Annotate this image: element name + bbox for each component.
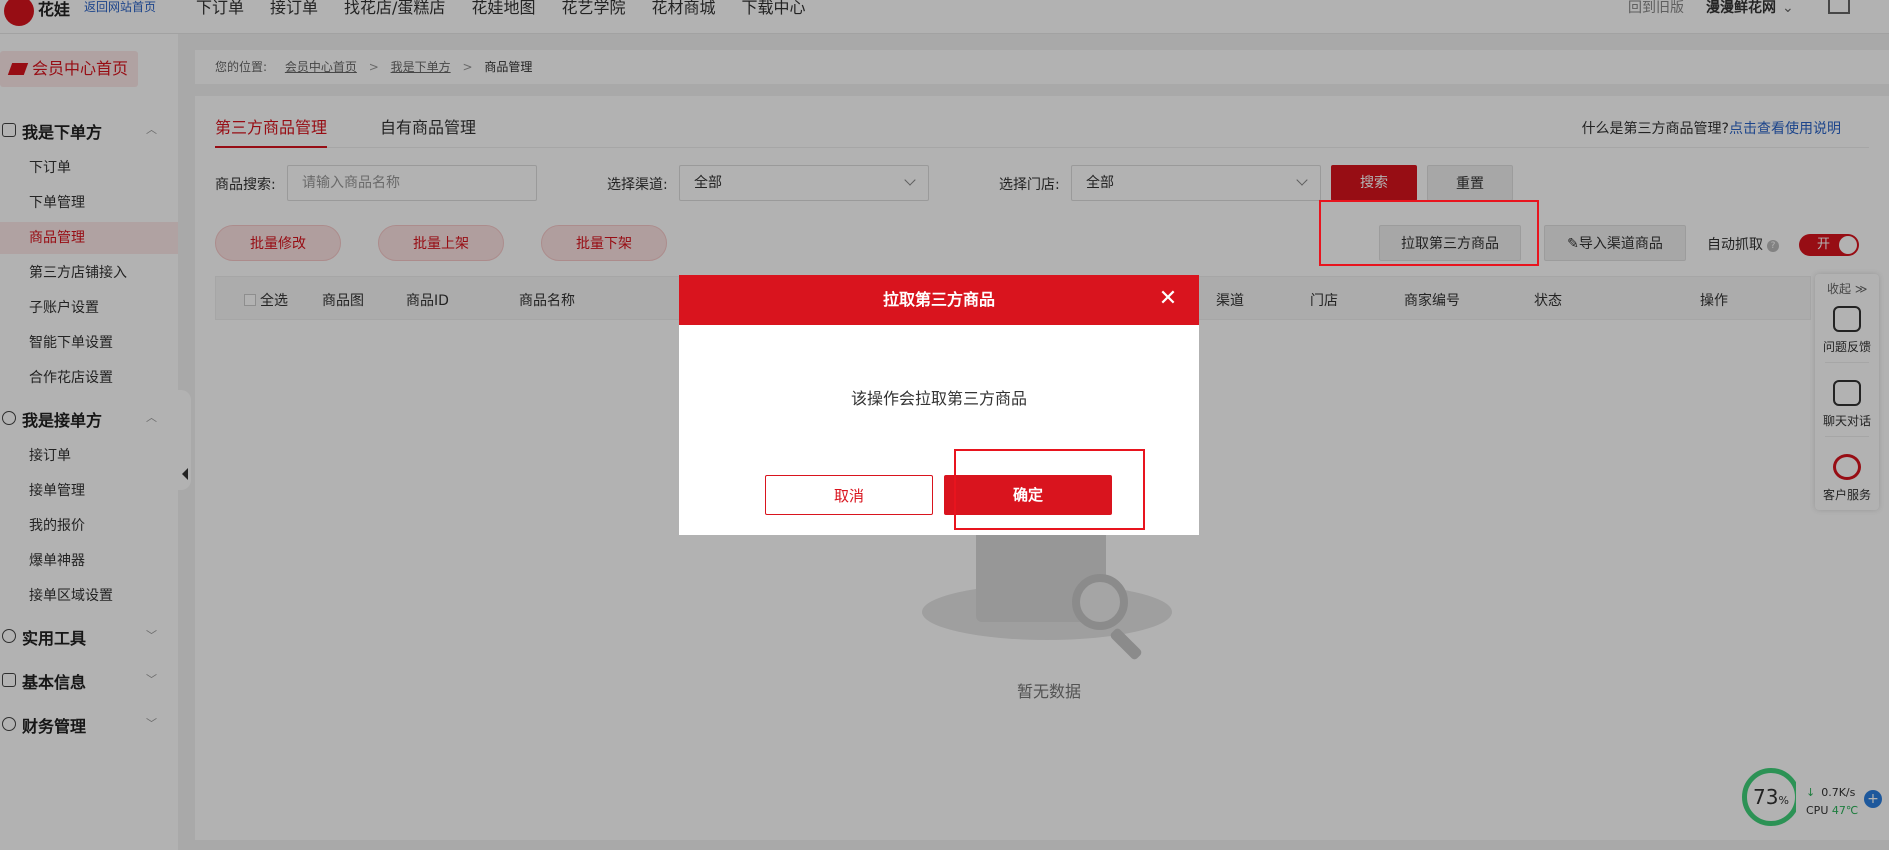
- dialog-message: 该操作会拉取第三方商品: [850, 389, 1027, 408]
- close-icon[interactable]: ✕: [1157, 288, 1179, 310]
- highlight-box-confirm: [954, 449, 1145, 530]
- highlight-box-pull-button: [1319, 200, 1539, 266]
- cancel-button[interactable]: 取消: [765, 475, 933, 515]
- dialog-title: 拉取第三方商品: [882, 290, 995, 309]
- dialog-header: 拉取第三方商品 ✕: [679, 275, 1199, 325]
